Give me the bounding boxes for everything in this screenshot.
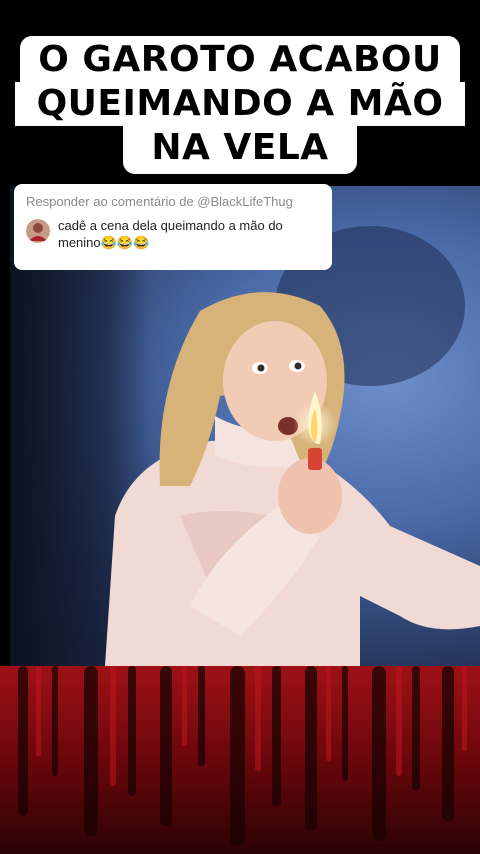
user-avatar-icon — [26, 219, 50, 243]
title-line-1: O GAROTO ACABOU — [20, 36, 460, 82]
comment-text-line-1: cadê a cena dela queimando a mão do — [58, 218, 283, 233]
title-line-2: QUEIMANDO A MÃO — [14, 82, 466, 126]
comment-text-line-2: menino😂😂😂 — [58, 235, 150, 250]
comment-reply-card[interactable]: Responder ao comentário de @BlackLifeThu… — [14, 184, 332, 270]
blood-drip-pattern — [0, 666, 480, 854]
bottom-decorative-art — [0, 666, 480, 854]
comment-text: cadê a cena dela queimando a mão do meni… — [58, 217, 283, 251]
reply-header-label: Responder ao comentário de @BlackLifeThu… — [26, 194, 293, 209]
title-overlay: O GAROTO ACABOU QUEIMANDO A MÃO NA VELA — [0, 36, 480, 174]
title-line-3: NA VELA — [123, 126, 357, 174]
